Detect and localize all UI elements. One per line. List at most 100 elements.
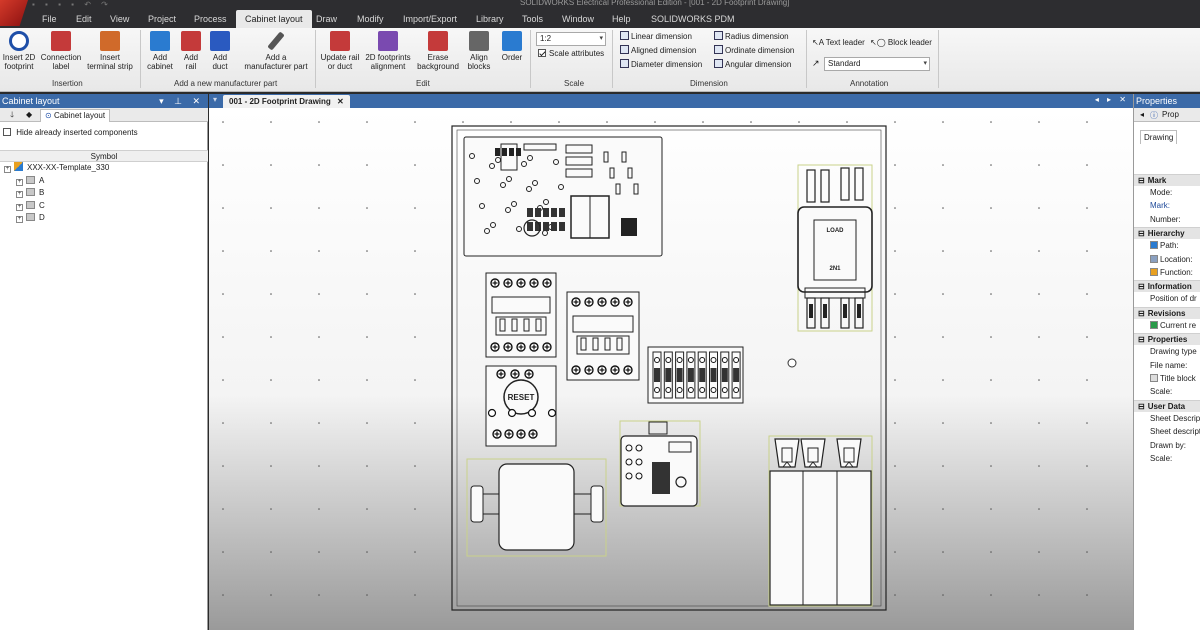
drawing-tab[interactable]: Drawing xyxy=(1140,130,1178,144)
tree-item-c[interactable]: + C xyxy=(0,200,208,212)
tab-cabinet-layout[interactable]: ⊙ Cabinet layout xyxy=(40,109,111,122)
dimension-ordinate-button[interactable]: Ordinate dimension xyxy=(714,45,794,57)
close-tab-icon[interactable]: ✕ xyxy=(337,97,344,106)
menu-item-tools[interactable]: Tools xyxy=(522,10,543,28)
expand-icon[interactable]: + xyxy=(4,166,11,173)
tab-scroll-close-icon[interactable]: ◂ ▸ ✕ xyxy=(1095,95,1129,104)
menu-item-help[interactable]: Help xyxy=(612,10,631,28)
prop-row[interactable]: Sheet descript xyxy=(1150,426,1200,438)
prop-row[interactable]: Path: xyxy=(1150,240,1179,252)
properties-back-icon[interactable]: ◂ xyxy=(1140,110,1144,119)
erase-background-button[interactable]: Erase background xyxy=(412,31,464,71)
menu-item-cabinet-layout[interactable]: Cabinet layout xyxy=(236,10,312,28)
prop-row[interactable]: Drawing type xyxy=(1150,346,1197,358)
prop-row[interactable]: Scale: xyxy=(1150,453,1172,465)
scale-attributes-checkbox[interactable]: Scale attributes xyxy=(538,48,604,60)
motor-starter[interactable] xyxy=(619,420,701,507)
prop-row[interactable]: Position of dr xyxy=(1150,293,1197,305)
contactor-2[interactable] xyxy=(566,291,640,381)
expand-icon[interactable]: + xyxy=(16,191,23,198)
menu-item-draw[interactable]: Draw xyxy=(316,10,337,28)
prop-row[interactable]: Mode: xyxy=(1150,187,1172,199)
cabinet-button[interactable]: Add cabinet xyxy=(143,31,177,71)
prop-row[interactable]: Drawn by: xyxy=(1150,440,1186,452)
dimension-aligned-button[interactable]: Aligned dimension xyxy=(620,45,696,57)
prop-group-hierarchy[interactable]: ⊟ Hierarchy xyxy=(1134,227,1200,240)
tree-item-b[interactable]: + B xyxy=(0,187,208,199)
annotation-style-dropdown[interactable]: Standard ▾ xyxy=(824,57,930,71)
menu-item-solidworks-pdm[interactable]: SOLIDWORKS PDM xyxy=(651,10,735,28)
prop-group-properties[interactable]: ⊟ Properties xyxy=(1134,333,1200,346)
properties-tab-label[interactable]: Prop xyxy=(1162,110,1179,119)
menu-item-project[interactable]: Project xyxy=(148,10,176,28)
prop-row[interactable]: Function: xyxy=(1150,267,1193,279)
rail-button[interactable]: Add rail xyxy=(176,31,206,71)
gear-button[interactable]: Insert 2D footprint xyxy=(0,31,38,71)
menu-item-modify[interactable]: Modify xyxy=(357,10,384,28)
prop-row[interactable]: Title block xyxy=(1150,373,1196,385)
collapse-icon[interactable]: ⊟ xyxy=(1138,282,1145,291)
wrench-button[interactable]: Add a manufacturer part xyxy=(238,31,314,71)
prop-row[interactable]: Scale: xyxy=(1150,386,1172,398)
collapse-icon[interactable]: ⊟ xyxy=(1138,335,1145,344)
prop-row[interactable]: Number: xyxy=(1150,214,1181,226)
align-blocks-button[interactable]: Align blocks xyxy=(463,31,495,71)
text-leader-button[interactable]: ↖A Text leader xyxy=(812,37,865,49)
quick-access-toolbar[interactable]: ▪ ▪ ▪ ▪ ↶ ↷ xyxy=(32,0,112,10)
menu-item-library[interactable]: Library xyxy=(476,10,504,28)
prop-group-revisions[interactable]: ⊟ Revisions xyxy=(1134,306,1200,319)
power-supply-module[interactable]: LOAD 2N1 xyxy=(797,164,873,332)
library-tab-icon[interactable]: ◆ xyxy=(22,109,36,122)
prop-group-information[interactable]: ⊟ Information xyxy=(1134,280,1200,293)
tree-tab-icon[interactable]: 🡓 xyxy=(6,109,18,122)
hide-inserted-checkbox[interactable] xyxy=(3,128,11,136)
junction-box[interactable] xyxy=(466,458,607,557)
expand-icon[interactable]: + xyxy=(16,216,23,223)
menu-item-process[interactable]: Process xyxy=(194,10,227,28)
collapse-icon[interactable]: ⊟ xyxy=(1138,176,1145,185)
alignment-button[interactable]: 2D footprints alignment xyxy=(362,31,414,71)
menu-item-view[interactable]: View xyxy=(110,10,129,28)
order-button[interactable]: Order xyxy=(497,31,527,62)
panel-pin-close-icon[interactable]: ▾ ⊥ ✕ xyxy=(159,94,204,108)
collapse-icon[interactable]: ⊟ xyxy=(1138,309,1145,318)
duct-button[interactable]: Add duct xyxy=(205,31,235,71)
dimension-linear-button[interactable]: Linear dimension xyxy=(620,31,692,43)
prop-group-user-data[interactable]: ⊟ User Data xyxy=(1134,399,1200,412)
footprint-drawing[interactable]: RESET LOAD 2N1 xyxy=(209,108,1133,630)
tree-item-a[interactable]: + A xyxy=(0,175,208,187)
terminal-strip-button[interactable]: Insert terminal strip xyxy=(84,31,136,71)
collapse-icon[interactable]: ⊟ xyxy=(1138,402,1145,411)
tree-root-template[interactable]: + XXX-XX-Template_330 xyxy=(0,162,208,174)
connection-label-button[interactable]: Connection label xyxy=(36,31,86,71)
fuse-holder[interactable] xyxy=(768,435,873,607)
terminal-block-row[interactable] xyxy=(647,346,744,404)
prop-group-mark[interactable]: ⊟ Mark xyxy=(1134,174,1200,186)
tab-menu-icon[interactable]: ▾ xyxy=(213,95,217,104)
update-rail-button[interactable]: Update rail or duct xyxy=(316,31,364,71)
dimension-angular-button[interactable]: Angular dimension xyxy=(714,59,791,71)
dimension-radius-button[interactable]: Radius dimension xyxy=(714,31,789,43)
menu-item-import-export[interactable]: Import/Export xyxy=(403,10,457,28)
contactor-1[interactable] xyxy=(485,272,557,358)
block-leader-button[interactable]: ↖◯ Block leader xyxy=(870,37,932,49)
prop-row[interactable]: File name: xyxy=(1150,360,1187,372)
symbol-column-header[interactable]: Symbol xyxy=(0,150,208,162)
menu-item-file[interactable]: File xyxy=(42,10,57,28)
menu-item-edit[interactable]: Edit xyxy=(76,10,92,28)
info-icon[interactable]: ⓘ xyxy=(1150,110,1158,121)
prop-row[interactable]: Location: xyxy=(1150,254,1192,266)
overload-relay[interactable]: RESET xyxy=(485,365,557,447)
hide-inserted-checkbox-row[interactable]: Hide already inserted components xyxy=(3,128,138,137)
expand-icon[interactable]: + xyxy=(16,178,23,186)
drawing-canvas[interactable]: RESET LOAD 2N1 xyxy=(209,108,1133,630)
checkbox-checked-icon[interactable] xyxy=(538,49,546,57)
tab-2d-footprint-drawing[interactable]: 001 - 2D Footprint Drawing ✕ xyxy=(223,95,350,108)
prop-row[interactable]: Mark: xyxy=(1150,200,1170,212)
pcb-board[interactable] xyxy=(463,136,663,257)
prop-row[interactable]: Sheet Descrip xyxy=(1150,413,1200,425)
expand-icon[interactable]: + xyxy=(16,203,23,211)
dimension-diameter-button[interactable]: Diameter dimension xyxy=(620,59,702,71)
collapse-icon[interactable]: ⊟ xyxy=(1138,229,1145,238)
tree-item-d[interactable]: + D xyxy=(0,212,208,224)
